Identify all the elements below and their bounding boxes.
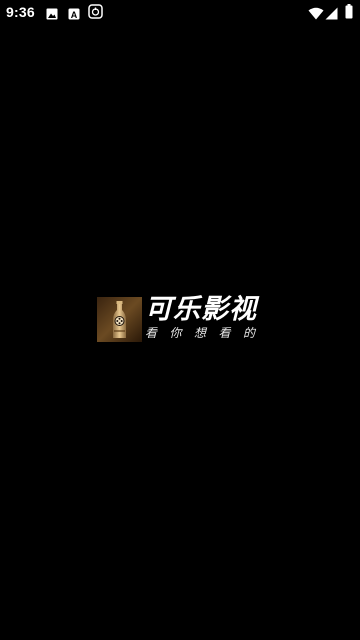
wifi-icon (308, 5, 324, 24)
status-bar: 9:36 A (0, 0, 360, 24)
shield-icon (88, 4, 103, 23)
svg-text:A: A (71, 10, 78, 20)
app-logo (97, 297, 142, 342)
font-a-icon: A (68, 5, 80, 24)
battery-icon (345, 4, 353, 23)
image-icon (46, 5, 58, 24)
status-time: 9:36 (6, 4, 35, 20)
splash-logo-group: 可乐影视 看你想看的 (97, 294, 268, 343)
app-slogan: 看你想看的 (145, 326, 268, 340)
splash-screen: 9:36 A 可乐影视 看你想看的 (0, 0, 360, 640)
app-name: 可乐影视 (145, 294, 257, 325)
signal-icon (325, 5, 338, 24)
